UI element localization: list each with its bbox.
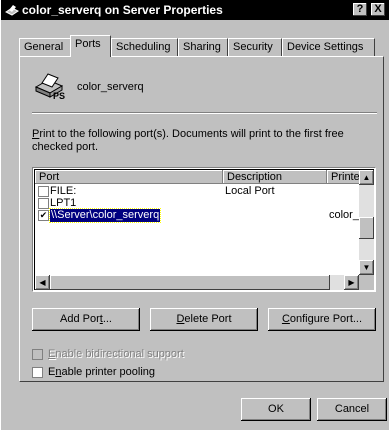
tab-sharing[interactable]: Sharing [178, 38, 228, 56]
column-header-port[interactable]: Port [35, 170, 223, 184]
column-header-description[interactable]: Description [223, 170, 327, 184]
port-checkbox-server[interactable]: ✔ [38, 210, 49, 221]
ok-button[interactable]: OK [241, 398, 311, 421]
bidirectional-checkbox[interactable] [32, 349, 43, 360]
tab-device-settings[interactable]: Device Settings [282, 38, 375, 56]
printer-badge: PS [53, 91, 66, 101]
instructions-body: rint to the following port(s). Documents… [32, 128, 344, 153]
title-bar[interactable]: color_serverq on Server Properties ? X [1, 0, 389, 20]
column-header-printer[interactable]: Printer [327, 170, 362, 184]
cancel-button[interactable]: Cancel [317, 398, 387, 421]
port-checkbox-lpt1[interactable] [38, 198, 49, 209]
printer-name: color_serverq [77, 81, 144, 93]
delete-port-button[interactable]: Delete Port [150, 308, 258, 331]
scrollbar-corner [359, 275, 374, 290]
horizontal-scroll-thumb[interactable] [50, 275, 330, 290]
port-row-server[interactable]: ✔ \\Server\color_serverq color_se [35, 208, 374, 223]
help-button[interactable]: ? [353, 3, 367, 16]
tab-ports[interactable]: Ports [70, 35, 111, 57]
port-name: \\Server\color_serverq [48, 208, 162, 223]
port-list[interactable]: Port Description Printer FILE: Local Por… [32, 167, 376, 292]
tab-security[interactable]: Security [228, 38, 282, 56]
bidirectional-label: Enable bidirectional support [48, 348, 184, 360]
horizontal-scrollbar[interactable]: ◀ ▶ [35, 275, 359, 290]
port-checkbox-file[interactable] [38, 186, 49, 197]
printer-pooling-label: Enable printer pooling [48, 366, 156, 378]
add-port-button[interactable]: Add Port... [32, 308, 140, 331]
scroll-left-button[interactable]: ◀ [35, 275, 50, 290]
tab-general[interactable]: General [19, 38, 72, 56]
tab-scheduling[interactable]: Scheduling [111, 38, 178, 56]
properties-window: color_serverq on Server Properties ? X G… [0, 0, 389, 430]
scroll-down-button[interactable]: ▼ [359, 260, 374, 275]
close-button[interactable]: X [371, 3, 385, 16]
printer-icon [5, 5, 19, 16]
printer-pooling-checkbox[interactable] [32, 367, 43, 378]
vertical-scroll-thumb[interactable] [359, 217, 374, 239]
vertical-scrollbar[interactable]: ▲ ▼ [359, 170, 374, 275]
separator [32, 112, 377, 114]
scroll-up-button[interactable]: ▲ [359, 170, 374, 185]
scroll-right-button[interactable]: ▶ [344, 275, 359, 290]
instructions-text: Print to the following port(s). Document… [32, 128, 362, 154]
ports-panel: PS color_serverq Print to the following … [19, 56, 384, 382]
window-title: color_serverq on Server Properties [22, 3, 223, 17]
configure-port-button[interactable]: Configure Port... [268, 308, 376, 331]
